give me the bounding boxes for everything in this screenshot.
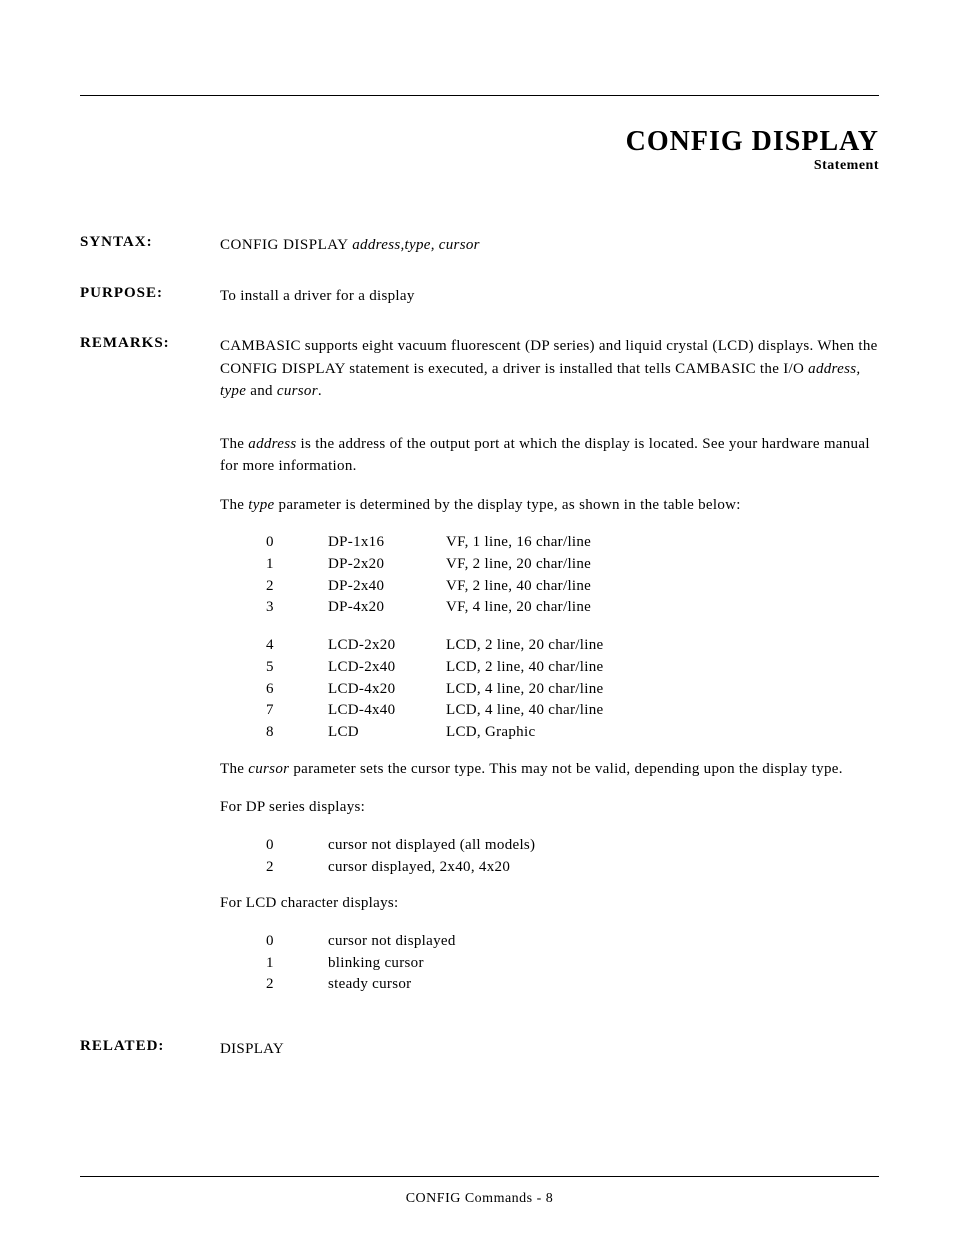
remarks-para3: The type parameter is determined by the … (220, 494, 879, 517)
cursor-num: 0 (266, 835, 328, 857)
type-desc: LCD, 2 line, 20 char/line (446, 635, 879, 657)
type-desc: LCD, 2 line, 40 char/line (446, 657, 879, 679)
footer-text: CONFIG Commands - 8 (80, 1191, 879, 1207)
remarks-para5: For DP series displays: (220, 796, 879, 819)
type-model: DP-2x20 (328, 554, 446, 576)
text: The (220, 761, 248, 777)
type-num: 4 (266, 635, 328, 657)
type-model: LCD (328, 722, 446, 744)
related-body: DISPLAY (220, 1038, 879, 1061)
type-model: DP-4x20 (328, 597, 446, 619)
type-model: LCD-4x20 (328, 679, 446, 701)
type-desc: VF, 2 line, 20 char/line (446, 554, 879, 576)
type-desc: LCD, 4 line, 20 char/line (446, 679, 879, 701)
table-row: 2 steady cursor (266, 974, 879, 996)
table-row: 1 blinking cursor (266, 953, 879, 975)
page-footer: CONFIG Commands - 8 (80, 1176, 879, 1207)
type-num: 3 (266, 597, 328, 619)
text-italic: type (248, 497, 274, 513)
table-row: 0 cursor not displayed (all models) (266, 835, 879, 857)
purpose-label: PURPOSE: (80, 285, 220, 308)
text: parameter sets the cursor type. This may… (289, 761, 843, 777)
text-italic: address (248, 436, 296, 452)
page-subtitle: Statement (80, 158, 879, 174)
table-row: 2 cursor displayed, 2x40, 4x20 (266, 857, 879, 879)
remarks-label: REMARKS: (80, 335, 220, 1010)
type-num: 0 (266, 532, 328, 554)
text: . (318, 383, 322, 399)
cursor-desc: cursor not displayed (328, 931, 879, 953)
type-num: 5 (266, 657, 328, 679)
text-italic: cursor (248, 761, 289, 777)
type-desc: LCD, 4 line, 40 char/line (446, 700, 879, 722)
top-rule (80, 95, 879, 96)
remarks-body: CAMBASIC supports eight vacuum fluoresce… (220, 335, 879, 1010)
text-italic: cursor (277, 383, 318, 399)
remarks-para2: The address is the address of the output… (220, 433, 879, 478)
text: The (220, 436, 248, 452)
cursor-desc: cursor not displayed (all models) (328, 835, 879, 857)
text: and (246, 383, 277, 399)
type-model: LCD-2x40 (328, 657, 446, 679)
text: The (220, 497, 248, 513)
type-num: 2 (266, 576, 328, 598)
type-model: LCD-2x20 (328, 635, 446, 657)
cursor-desc: steady cursor (328, 974, 879, 996)
remarks-para1: CAMBASIC supports eight vacuum fluoresce… (220, 335, 879, 403)
lcd-cursor-table: 0 cursor not displayed 1 blinking cursor… (266, 931, 879, 996)
text: parameter is determined by the display t… (274, 497, 740, 513)
syntax-label: SYNTAX: (80, 234, 220, 257)
type-num: 7 (266, 700, 328, 722)
title-block: CONFIG DISPLAY Statement (80, 126, 879, 174)
cursor-num: 2 (266, 857, 328, 879)
type-desc: LCD, Graphic (446, 722, 879, 744)
table-row: 2 DP-2x40 VF, 2 line, 40 char/line (266, 576, 879, 598)
table-row: 5 LCD-2x40 LCD, 2 line, 40 char/line (266, 657, 879, 679)
table-row: 0 DP-1x16 VF, 1 line, 16 char/line (266, 532, 879, 554)
table-row: 3 DP-4x20 VF, 4 line, 20 char/line (266, 597, 879, 619)
cursor-num: 2 (266, 974, 328, 996)
type-desc: VF, 2 line, 40 char/line (446, 576, 879, 598)
table-row: 0 cursor not displayed (266, 931, 879, 953)
purpose-body: To install a driver for a display (220, 285, 879, 308)
remarks-para4: The cursor parameter sets the cursor typ… (220, 758, 879, 781)
related-label: RELATED: (80, 1038, 220, 1061)
table-row: 1 DP-2x20 VF, 2 line, 20 char/line (266, 554, 879, 576)
bottom-rule (80, 1176, 879, 1177)
syntax-args: address,type, cursor (352, 237, 480, 253)
text: is the address of the output port at whi… (220, 436, 870, 475)
type-desc: VF, 1 line, 16 char/line (446, 532, 879, 554)
type-num: 6 (266, 679, 328, 701)
syntax-command: CONFIG DISPLAY (220, 237, 352, 253)
type-desc: VF, 4 line, 20 char/line (446, 597, 879, 619)
cursor-num: 1 (266, 953, 328, 975)
related-section: RELATED: DISPLAY (80, 1038, 879, 1061)
table-row: 7 LCD-4x40 LCD, 4 line, 40 char/line (266, 700, 879, 722)
syntax-section: SYNTAX: CONFIG DISPLAY address,type, cur… (80, 234, 879, 257)
cursor-num: 0 (266, 931, 328, 953)
remarks-section: REMARKS: CAMBASIC supports eight vacuum … (80, 335, 879, 1010)
table-row: 4 LCD-2x20 LCD, 2 line, 20 char/line (266, 635, 879, 657)
type-num: 8 (266, 722, 328, 744)
dp-cursor-table: 0 cursor not displayed (all models) 2 cu… (266, 835, 879, 879)
cursor-desc: blinking cursor (328, 953, 879, 975)
syntax-body: CONFIG DISPLAY address,type, cursor (220, 234, 879, 257)
table-row: 6 LCD-4x20 LCD, 4 line, 20 char/line (266, 679, 879, 701)
text: CAMBASIC supports eight vacuum fluoresce… (220, 338, 878, 377)
type-model: DP-1x16 (328, 532, 446, 554)
type-model: LCD-4x40 (328, 700, 446, 722)
page-title: CONFIG DISPLAY (80, 126, 879, 158)
type-model: DP-2x40 (328, 576, 446, 598)
type-num: 1 (266, 554, 328, 576)
table-row: 8 LCD LCD, Graphic (266, 722, 879, 744)
purpose-section: PURPOSE: To install a driver for a displ… (80, 285, 879, 308)
type-table: 0 DP-1x16 VF, 1 line, 16 char/line 1 DP-… (266, 532, 879, 744)
remarks-para6: For LCD character displays: (220, 892, 879, 915)
cursor-desc: cursor displayed, 2x40, 4x20 (328, 857, 879, 879)
